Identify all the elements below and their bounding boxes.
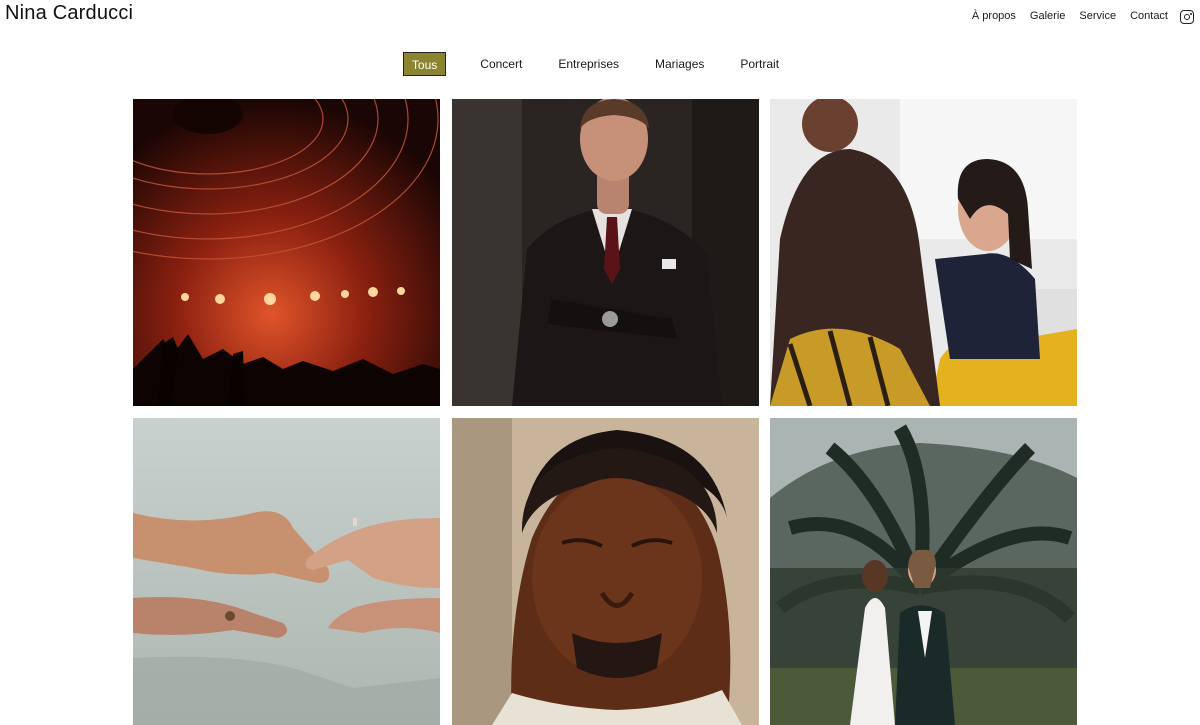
- gallery-photo-hands[interactable]: [133, 418, 440, 725]
- top-nav: À propos Galerie Service Contact: [958, 8, 1194, 24]
- gallery-filters: Tous Concert Entreprises Mariages Portra…: [0, 52, 1200, 76]
- filter-tous[interactable]: Tous: [402, 52, 447, 76]
- wedding-couple-image: [770, 418, 1077, 725]
- nav-link-gallery[interactable]: Galerie: [1030, 8, 1065, 24]
- gallery-photo-wedding[interactable]: [770, 418, 1077, 725]
- gallery-photo-business[interactable]: [451, 99, 759, 406]
- nav-link-service[interactable]: Service: [1079, 8, 1116, 24]
- filter-entreprises[interactable]: Entreprises: [550, 52, 627, 76]
- gallery-grid: [133, 99, 1077, 725]
- filter-mariages[interactable]: Mariages: [647, 52, 712, 76]
- filter-portrait[interactable]: Portrait: [732, 52, 787, 76]
- office-meeting-image: [770, 99, 1077, 406]
- gallery-photo-concert[interactable]: [133, 99, 440, 406]
- nav-link-about[interactable]: À propos: [972, 8, 1016, 24]
- filter-concert[interactable]: Concert: [472, 52, 530, 76]
- nav-link-contact[interactable]: Contact: [1130, 8, 1168, 24]
- site-title[interactable]: Nina Carducci: [5, 2, 133, 25]
- gallery-photo-portrait[interactable]: [451, 418, 759, 725]
- instagram-icon[interactable]: [1180, 10, 1194, 24]
- gallery-photo-office[interactable]: [770, 99, 1077, 406]
- businessman-image: [451, 99, 759, 406]
- concert-stage-image: [133, 99, 440, 406]
- hands-reaching-image: [133, 418, 440, 725]
- man-portrait-image: [451, 418, 759, 725]
